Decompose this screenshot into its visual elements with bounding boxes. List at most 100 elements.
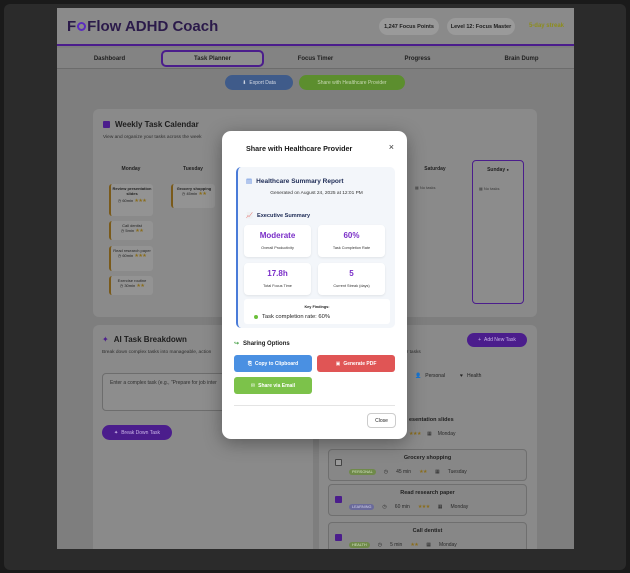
share-icon: ↪ bbox=[234, 341, 240, 347]
task-meta: PERSONAL ◷ 45 min ★★ ▦ Tuesday bbox=[349, 469, 467, 475]
task-title: Grocery shopping bbox=[403, 455, 452, 461]
calendar-icon bbox=[103, 121, 110, 128]
filter-health[interactable]: ♥ Health bbox=[460, 373, 481, 379]
priority-stars: ★★ bbox=[135, 228, 144, 234]
list-item[interactable]: Read research paper LEARNING ◷ 60 min ★★★… bbox=[328, 484, 527, 516]
calendar-task[interactable]: Read research paper ◷ 60min ★★★ bbox=[109, 246, 153, 271]
tab-brain-dump[interactable]: Brain Dump bbox=[479, 50, 564, 67]
calendar-title: Weekly Task Calendar bbox=[103, 120, 199, 129]
task-day: Monday bbox=[450, 504, 469, 510]
focus-points-badge: 1,247 Focus Points bbox=[379, 18, 439, 35]
no-tasks-text: No tasks bbox=[419, 185, 436, 190]
category-badge: PERSONAL bbox=[349, 469, 376, 475]
add-new-task-button[interactable]: + Add New Task bbox=[467, 333, 527, 347]
task-day: Tuesday bbox=[447, 469, 467, 475]
task-checkbox[interactable] bbox=[335, 534, 342, 541]
clock-icon: ◷ bbox=[383, 469, 389, 475]
task-duration: 30min bbox=[124, 283, 136, 288]
stat-label: Overall Productivity bbox=[261, 246, 294, 250]
task-name: Review presentation slides bbox=[112, 186, 152, 196]
day-column-sunday: Sunday ● ▦ No tasks bbox=[472, 160, 524, 304]
day-column-tuesday: Tuesday Grocery shopping ◷ 45min ★★ bbox=[167, 160, 219, 304]
calendar-small-icon: ▦ bbox=[426, 542, 432, 548]
tab-task-planner[interactable]: Task Planner bbox=[161, 50, 264, 67]
clock-icon: ◷ bbox=[377, 542, 383, 548]
header: F Flow ADHD Coach 1,247 Focus Points Leve… bbox=[57, 8, 574, 46]
share-email-button[interactable]: ✉ Share via Email bbox=[234, 377, 312, 394]
clock-icon: ◷ bbox=[120, 228, 125, 233]
logo-text: Flow ADHD Coach bbox=[87, 18, 219, 35]
download-icon: ⬇ bbox=[242, 79, 247, 86]
clock-icon: ◷ bbox=[117, 253, 122, 258]
calendar-task[interactable]: Review presentation slides ◷ 60min ★★★ bbox=[109, 184, 153, 216]
task-duration: 60 min bbox=[394, 504, 410, 510]
close-icon[interactable]: × bbox=[389, 142, 394, 152]
logo-letter: F bbox=[67, 18, 77, 35]
tab-dashboard[interactable]: Dashboard bbox=[67, 50, 152, 67]
streak-text: 5-day streak bbox=[528, 23, 564, 29]
no-tasks-label: ▦ No tasks bbox=[479, 186, 499, 191]
calendar-title-text: Weekly Task Calendar bbox=[115, 120, 199, 129]
plus-icon: + bbox=[478, 337, 482, 343]
day-column-saturday: Saturday ▦ No tasks bbox=[409, 160, 461, 304]
day-name: Sunday ● bbox=[473, 167, 523, 173]
list-item[interactable]: Call dentist HEALTH ◷ 5 min ★★ ▦ Monday bbox=[328, 522, 527, 549]
task-duration: 45 min bbox=[396, 469, 412, 475]
calendar-small-icon: ▦ bbox=[437, 504, 443, 510]
stat-value: Moderate bbox=[259, 231, 296, 240]
key-findings-label: Key Findings: bbox=[304, 305, 330, 309]
task-checkbox[interactable] bbox=[335, 459, 342, 466]
sharing-options-header: ↪ Sharing Options bbox=[234, 340, 290, 348]
priority-stars: ★★★ bbox=[417, 504, 430, 510]
task-duration: 60min bbox=[122, 198, 134, 203]
calendar-small-icon: ▦ bbox=[435, 469, 440, 475]
day-name: Saturday bbox=[424, 166, 446, 172]
share-provider-button[interactable]: Share with Healthcare Provider bbox=[299, 75, 405, 90]
priority-stars: ★★★ bbox=[134, 198, 147, 204]
report-date: Generated on August 24, 2025 at 12:01 PM bbox=[270, 191, 363, 196]
day-name: Monday bbox=[121, 166, 141, 172]
calendar-task[interactable]: Exercise routine ◷ 30min ★★ bbox=[109, 276, 153, 295]
clock-icon: ◷ bbox=[117, 198, 122, 203]
report-header: ▤ Healthcare Summary Report bbox=[246, 177, 344, 186]
task-day: Monday bbox=[437, 431, 456, 437]
no-tasks-label: ▦ No tasks bbox=[415, 185, 435, 190]
clipboard-icon: ⎘ bbox=[247, 360, 252, 367]
task-checkbox[interactable] bbox=[335, 496, 342, 503]
task-title-partial: esentation slides bbox=[409, 417, 454, 423]
calendar-task[interactable]: Grocery shopping ◷ 45min ★★ bbox=[171, 184, 215, 208]
tab-focus-timer[interactable]: Focus Timer bbox=[273, 50, 358, 67]
task-meta: HEALTH ◷ 5 min ★★ ▦ Monday bbox=[349, 542, 457, 548]
tab-progress[interactable]: Progress bbox=[375, 50, 460, 67]
priority-stars: ★★ bbox=[198, 191, 207, 197]
filter-personal[interactable]: 👤 Personal bbox=[415, 373, 445, 379]
person-icon: 👤 bbox=[415, 373, 422, 379]
generate-pdf-button[interactable]: ▣ Generate PDF bbox=[317, 355, 395, 372]
priority-stars: ★★ bbox=[419, 469, 428, 475]
category-badge: HEALTH bbox=[349, 542, 370, 548]
close-button[interactable]: Close bbox=[367, 413, 396, 428]
sparkle-icon: ✦ bbox=[113, 429, 119, 436]
list-item[interactable]: Grocery shopping PERSONAL ◷ 45 min ★★ ▦ Tu… bbox=[328, 449, 527, 481]
add-new-task-label: Add New Task bbox=[484, 337, 516, 343]
magic-wand-icon: ✦ bbox=[102, 335, 109, 344]
executive-summary-title: Executive Summary bbox=[256, 213, 311, 219]
export-data-button[interactable]: ⬇ Export Data bbox=[225, 75, 293, 90]
calendar-small-icon: ▦ bbox=[479, 186, 483, 191]
breakdown-title-text: AI Task Breakdown bbox=[113, 335, 187, 344]
break-down-button[interactable]: ✦ Break Down Task bbox=[102, 425, 172, 440]
clock-icon: ◷ bbox=[382, 504, 387, 510]
filter-label: Personal bbox=[425, 373, 445, 379]
copy-clipboard-button[interactable]: ⎘ Copy to Clipboard bbox=[234, 355, 312, 372]
stat-card-focus-time: 17.8h Total Focus Time bbox=[244, 263, 311, 295]
stat-label: Task Completion Rate bbox=[332, 246, 371, 250]
filter-label: Health bbox=[466, 373, 482, 379]
priority-stars: ★★ bbox=[136, 283, 145, 289]
email-icon: ✉ bbox=[250, 382, 256, 389]
key-finding-row: Task completion rate: 60% bbox=[254, 314, 330, 320]
stat-card-streak: 5 Current Streak (days) bbox=[318, 263, 385, 295]
day-name-text: Sunday bbox=[487, 167, 506, 173]
calendar-subtitle: View and organize your tasks across the … bbox=[103, 135, 202, 140]
document-icon: ▤ bbox=[246, 178, 253, 185]
calendar-task[interactable]: Call dentist ◷ 5min ★★ bbox=[109, 221, 153, 240]
